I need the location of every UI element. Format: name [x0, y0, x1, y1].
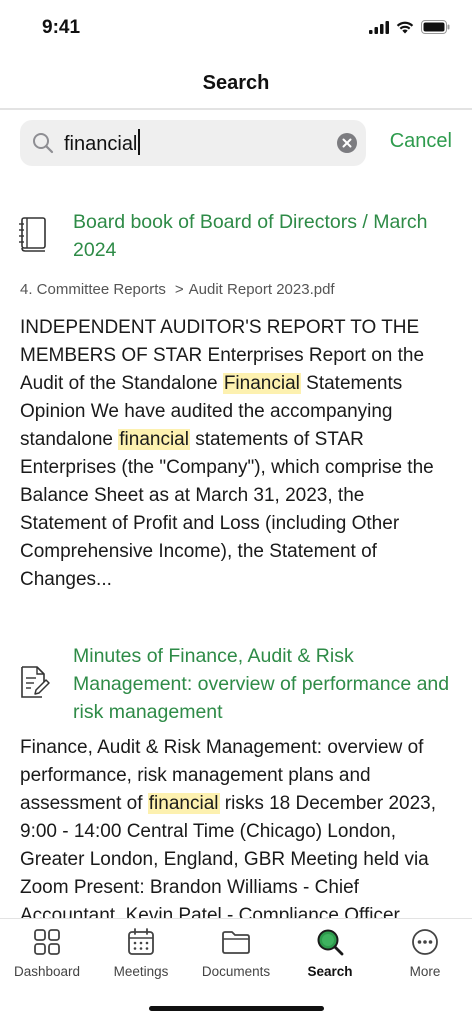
search-input[interactable]: financial: [64, 129, 141, 158]
search-highlight: financial: [147, 793, 220, 814]
wifi-icon: [396, 21, 414, 33]
chevron-right-icon: >: [174, 281, 184, 298]
more-dots-icon: [412, 929, 438, 955]
home-indicator: [149, 1006, 324, 1011]
tab-search[interactable]: Search: [283, 927, 377, 979]
document-edit-icon: [21, 666, 50, 698]
breadcrumb-file: Audit Report 2023.pdf: [188, 281, 335, 298]
breadcrumb: 4. Committee Reports > Audit Report 2023.p…: [20, 281, 335, 298]
battery-icon: [421, 20, 450, 34]
page-title: Search: [202, 72, 270, 94]
tab-label: Dashboard: [13, 964, 81, 979]
tab-label: Search: [307, 964, 353, 979]
cancel-button[interactable]: Cancel: [390, 130, 452, 153]
result-snippet: INDEPENDENT AUDITOR'S REPORT TO THE MEMB…: [20, 314, 452, 594]
search-highlight: Financial: [222, 373, 301, 394]
result-snippet: Finance, Audit & Risk Management: overvi…: [20, 734, 452, 918]
tab-label: Meetings: [113, 964, 169, 979]
tab-documents[interactable]: Documents: [189, 927, 283, 979]
search-query: financial: [64, 133, 138, 155]
dashboard-grid-icon: [34, 929, 60, 955]
result-title[interactable]: Board book of Board of Directors / March…: [73, 208, 453, 264]
tab-label: Documents: [201, 964, 271, 979]
tab-dashboard[interactable]: Dashboard: [0, 927, 94, 979]
status-time: 9:41: [42, 17, 81, 38]
calendar-icon: [128, 928, 154, 955]
search-highlight: financial: [118, 429, 190, 450]
nav-bar: Search: [0, 58, 472, 110]
clear-search-icon[interactable]: [337, 133, 357, 153]
tab-label: More: [409, 964, 441, 979]
search-row: financial Cancel: [20, 120, 452, 166]
snippet-text: statements of STAR Enterprises (the "Com…: [20, 429, 434, 590]
breadcrumb-folder: 4. Committee Reports: [20, 281, 166, 298]
result-title[interactable]: Minutes of Finance, Audit & Risk Managem…: [73, 642, 453, 726]
search-field[interactable]: financial: [20, 120, 366, 166]
cellular-signal-icon: [369, 20, 389, 34]
status-icons: [369, 20, 450, 34]
book-icon: [19, 217, 46, 252]
folder-icon: [222, 931, 250, 954]
search-icon: [33, 133, 54, 154]
search-results: Board book of Board of Directors / March…: [0, 200, 472, 918]
tab-more[interactable]: More: [378, 927, 472, 979]
status-bar: 9:41: [0, 0, 472, 58]
tab-meetings[interactable]: Meetings: [94, 927, 188, 979]
text-caret: [138, 129, 141, 155]
search-icon: [317, 929, 344, 956]
